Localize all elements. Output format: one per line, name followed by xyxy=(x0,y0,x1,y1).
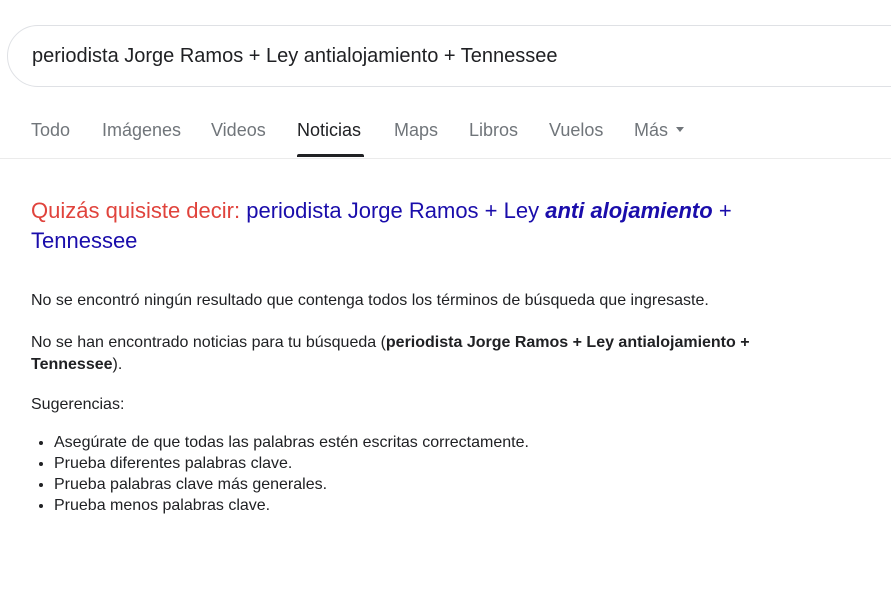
no-news-message: No se han encontrado noticias para tu bú… xyxy=(31,332,831,376)
suggestion-item: Asegúrate de que todas las palabras esté… xyxy=(54,432,831,453)
tab-maps[interactable]: Maps xyxy=(394,120,438,141)
did-you-mean: Quizás quisiste decir: periodista Jorge … xyxy=(31,196,831,256)
dym-link-bold: anti alojamiento xyxy=(545,198,713,223)
tab-mas[interactable]: Más xyxy=(634,120,685,141)
tab-todo[interactable]: Todo xyxy=(31,120,70,141)
dym-link-before: periodista Jorge Ramos + Ley xyxy=(246,198,546,223)
search-tabs: Todo Imágenes Videos Noticias Maps Libro… xyxy=(0,106,891,159)
no-news-prefix: No se han encontrado noticias para tu bú… xyxy=(31,334,386,351)
no-results-message: No se encontró ningún resultado que cont… xyxy=(31,292,709,309)
tab-mas-label: Más xyxy=(634,120,669,140)
no-news-suffix: ). xyxy=(112,356,123,373)
tab-libros[interactable]: Libros xyxy=(469,120,518,141)
tab-videos[interactable]: Videos xyxy=(211,120,266,141)
results-content: Quizás quisiste decir: periodista Jorge … xyxy=(31,196,831,516)
tab-noticias[interactable]: Noticias xyxy=(297,120,361,141)
suggestion-item: Prueba diferentes palabras clave. xyxy=(54,453,831,474)
suggestion-item: Prueba palabras clave más generales. xyxy=(54,474,831,495)
suggestions-list: Asegúrate de que todas las palabras esté… xyxy=(31,432,831,516)
tab-vuelos[interactable]: Vuelos xyxy=(549,120,603,141)
search-box[interactable]: periodista Jorge Ramos + Ley antialojami… xyxy=(7,25,891,87)
active-tab-indicator xyxy=(297,154,364,157)
suggestion-item: Prueba menos palabras clave. xyxy=(54,495,831,516)
did-you-mean-label: Quizás quisiste decir: xyxy=(31,198,241,223)
search-input[interactable]: periodista Jorge Ramos + Ley antialojami… xyxy=(32,26,558,86)
chevron-down-icon xyxy=(676,126,685,132)
tab-imagenes[interactable]: Imágenes xyxy=(102,120,181,141)
suggestions-heading: Sugerencias: xyxy=(31,396,125,413)
